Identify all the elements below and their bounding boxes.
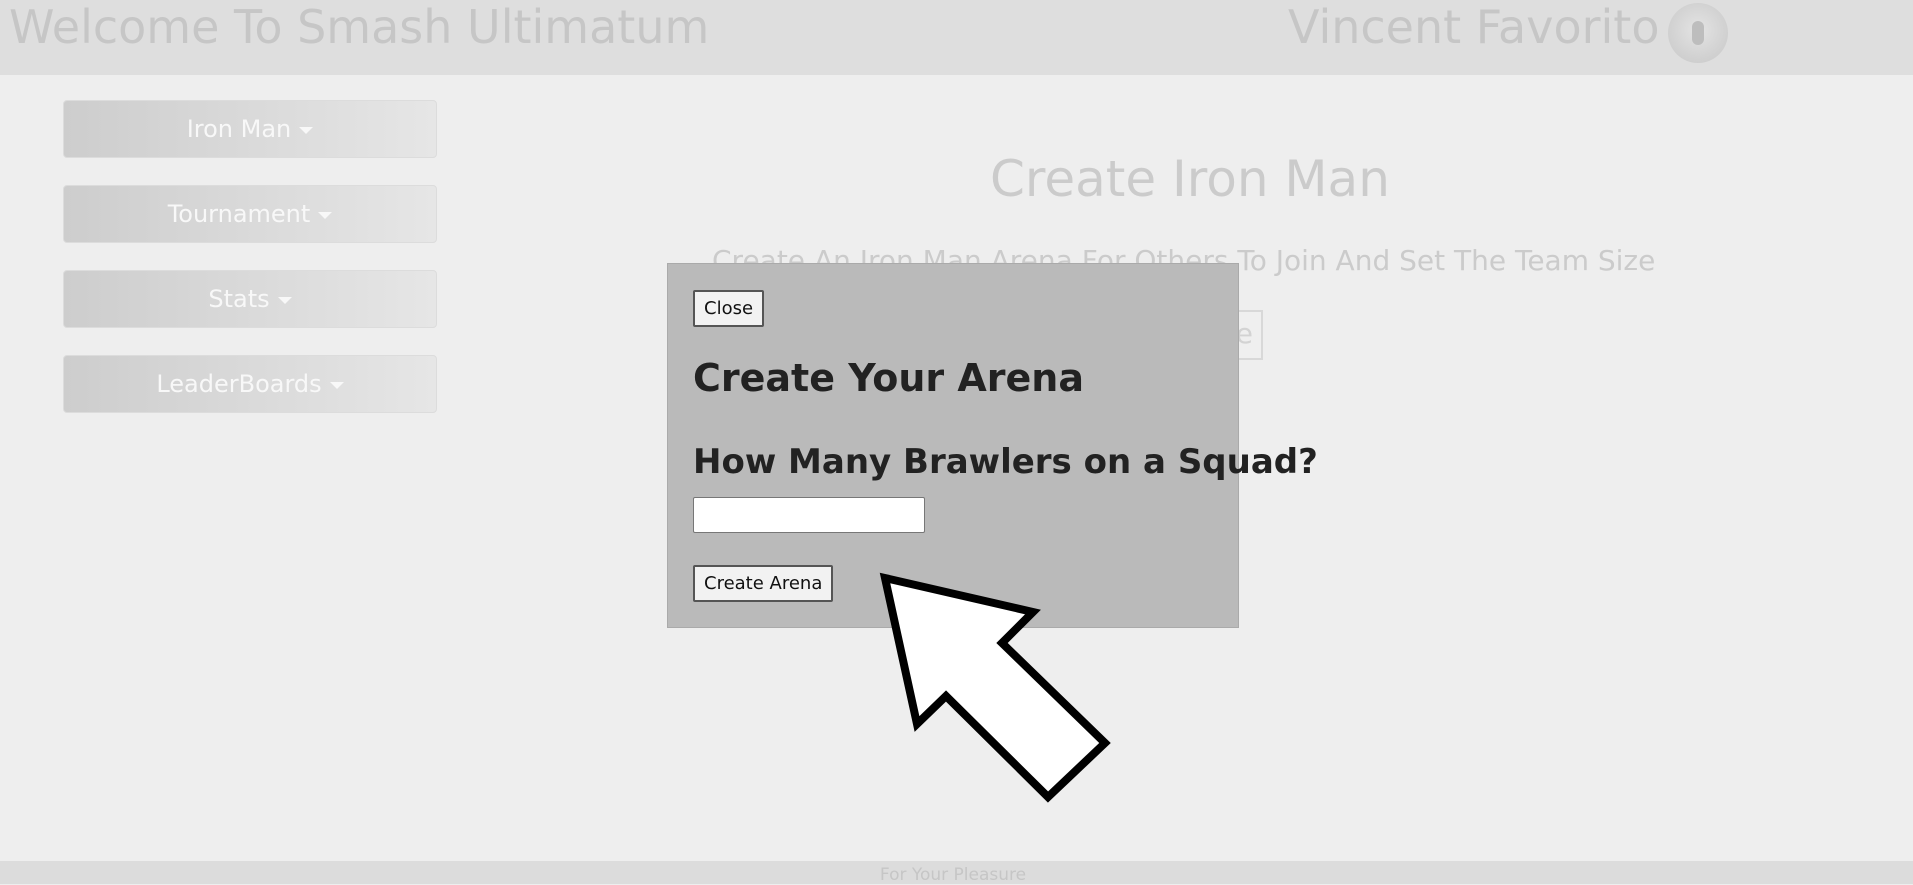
sidebar-item-label: Tournament: [167, 200, 311, 228]
squad-size-label: How Many Brawlers on a Squad?: [693, 442, 1318, 482]
sidebar-item-tournament[interactable]: Tournament: [63, 185, 437, 243]
page-title: Create Iron Man: [990, 150, 1390, 208]
create-arena-modal: Close Create Your Arena How Many Brawler…: [667, 263, 1318, 628]
caret-down-icon: [299, 127, 314, 134]
footer-text: For Your Pleasure: [879, 865, 1027, 885]
avatar[interactable]: [1668, 3, 1728, 63]
create-arena-button[interactable]: Create Arena: [693, 565, 834, 602]
close-button[interactable]: Close: [693, 290, 765, 327]
footer: For Your Pleasure: [0, 861, 1913, 885]
sidebar-item-leaderboards[interactable]: LeaderBoards: [63, 355, 437, 413]
sidebar-item-label: LeaderBoards: [156, 370, 322, 398]
caret-down-icon: [277, 297, 292, 304]
sidebar: Iron Man Tournament Stats LeaderBoards: [63, 100, 437, 440]
user-name: Vincent Favorito: [1288, 0, 1660, 54]
sidebar-item-label: Iron Man: [186, 115, 292, 143]
caret-down-icon: [329, 382, 344, 389]
modal-title: Create Your Arena: [693, 356, 1084, 400]
site-title: Welcome To Smash Ultimatum: [9, 0, 710, 54]
header: Welcome To Smash Ultimatum Vincent Favor…: [0, 0, 1913, 75]
sidebar-item-iron-man[interactable]: Iron Man: [63, 100, 437, 158]
caret-down-icon: [318, 212, 333, 219]
squad-size-input[interactable]: [693, 497, 925, 533]
sidebar-item-stats[interactable]: Stats: [63, 270, 437, 328]
avatar-figure-icon: [1692, 21, 1704, 45]
sidebar-item-label: Stats: [208, 285, 270, 313]
